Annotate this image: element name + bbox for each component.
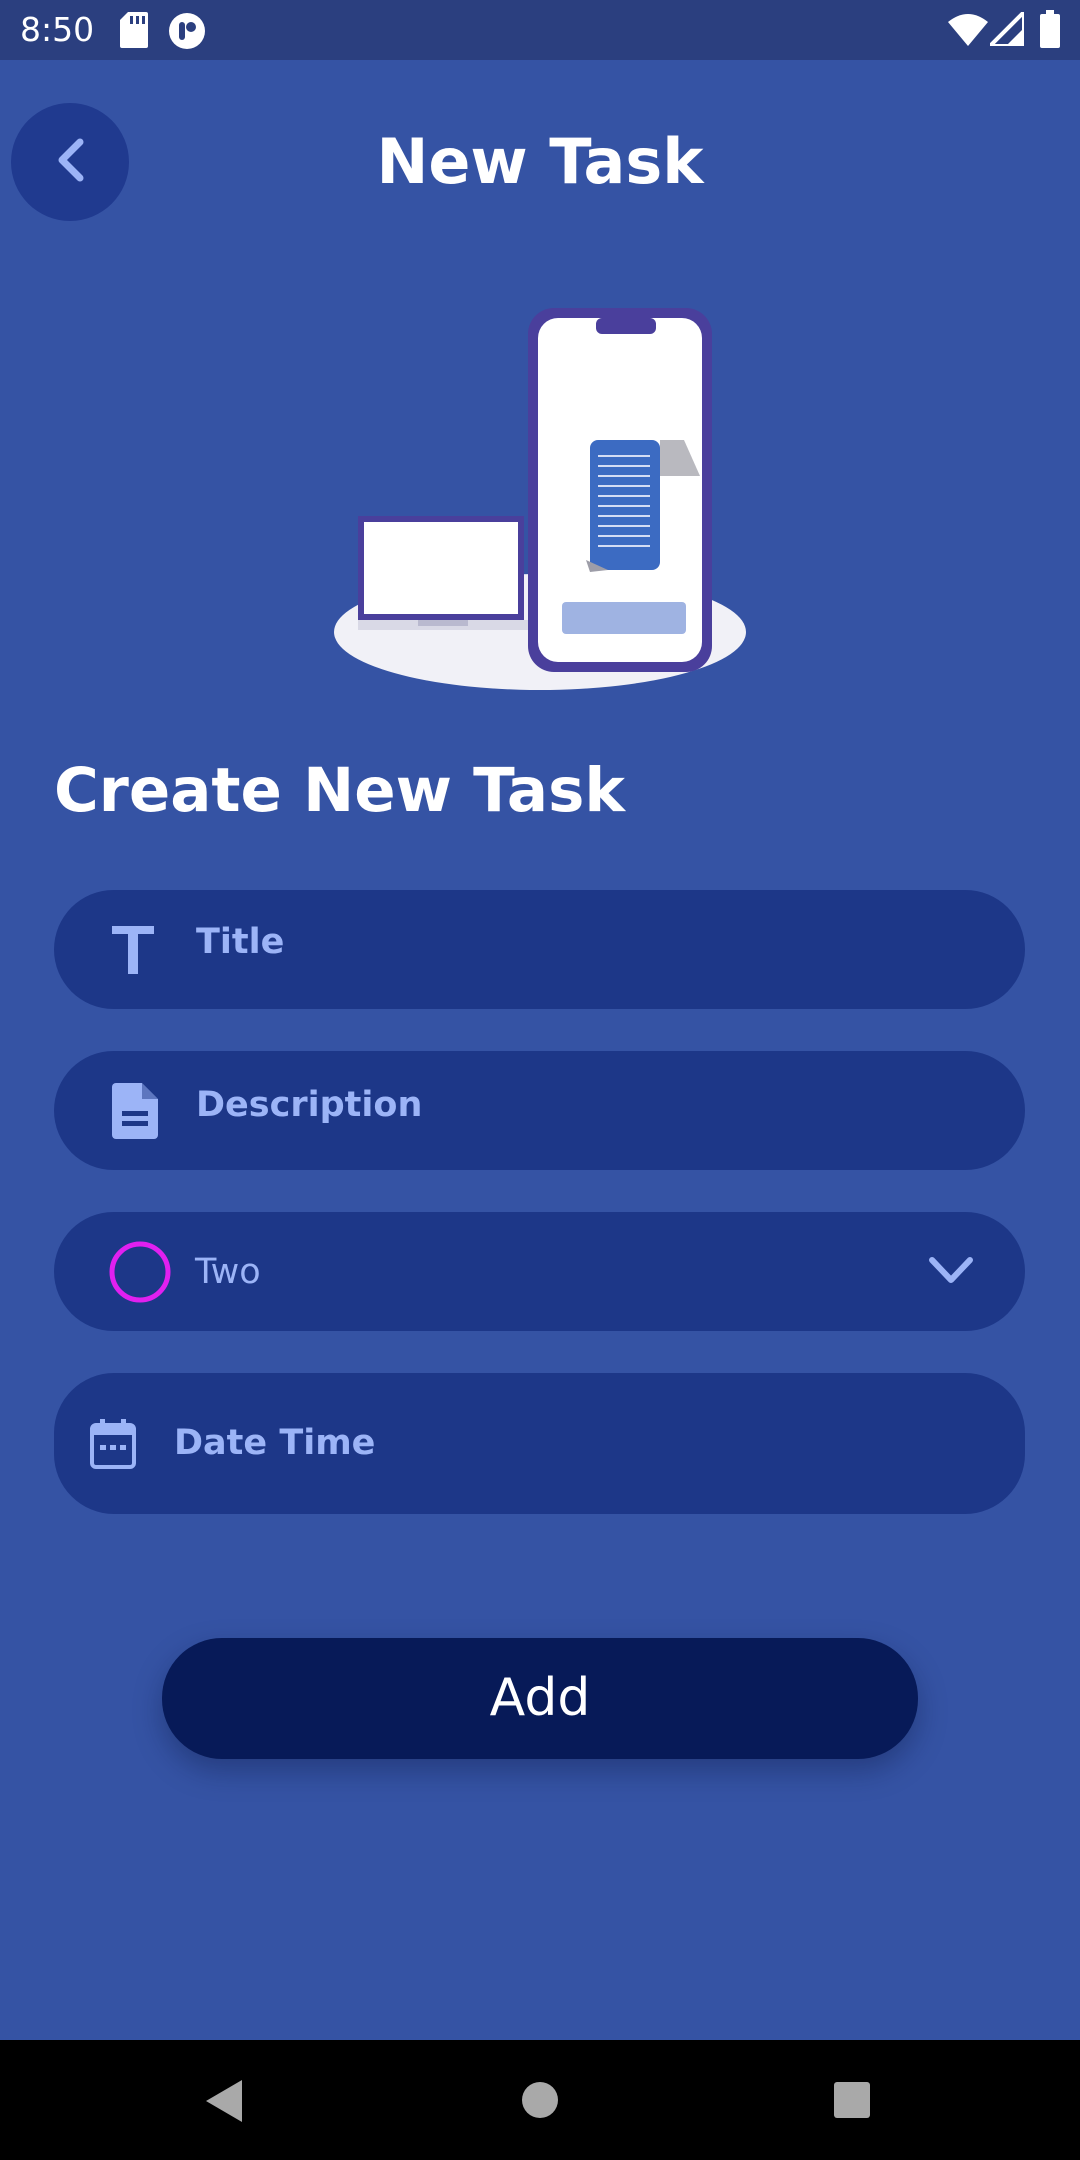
sd-card-icon — [120, 12, 148, 53]
signal-icon — [985, 7, 1026, 51]
document-icon — [112, 1083, 158, 1144]
priority-select[interactable]: Two — [54, 1212, 1025, 1331]
title-field[interactable]: Title — [54, 890, 1025, 1009]
chevron-down-icon — [928, 1256, 974, 1291]
nav-back-icon[interactable] — [206, 2080, 242, 2127]
description-placeholder: Description — [196, 1085, 423, 1125]
phone-and-laptop-illustration — [328, 300, 752, 700]
datetime-placeholder: Date Time — [174, 1423, 376, 1463]
nav-recents-icon[interactable] — [834, 2082, 870, 2123]
nav-home-icon[interactable] — [522, 2082, 558, 2123]
page-title: New Task — [376, 125, 704, 198]
app-notification-icon — [168, 12, 206, 55]
priority-value: Two — [195, 1252, 261, 1292]
text-t-icon — [112, 926, 154, 979]
title-placeholder: Title — [196, 922, 285, 962]
calendar-icon — [90, 1419, 136, 1474]
circle-icon — [108, 1240, 172, 1309]
wifi-icon — [948, 14, 988, 51]
system-nav-bar — [0, 2040, 1080, 2160]
datetime-field[interactable]: Date Time — [54, 1373, 1025, 1514]
add-button[interactable]: Add — [162, 1638, 918, 1759]
description-field[interactable]: Description — [54, 1051, 1025, 1170]
status-time: 8:50 — [20, 10, 95, 49]
status-bar: 8:50 — [0, 0, 1080, 60]
section-title: Create New Task — [54, 755, 625, 826]
battery-icon — [1040, 10, 1060, 53]
